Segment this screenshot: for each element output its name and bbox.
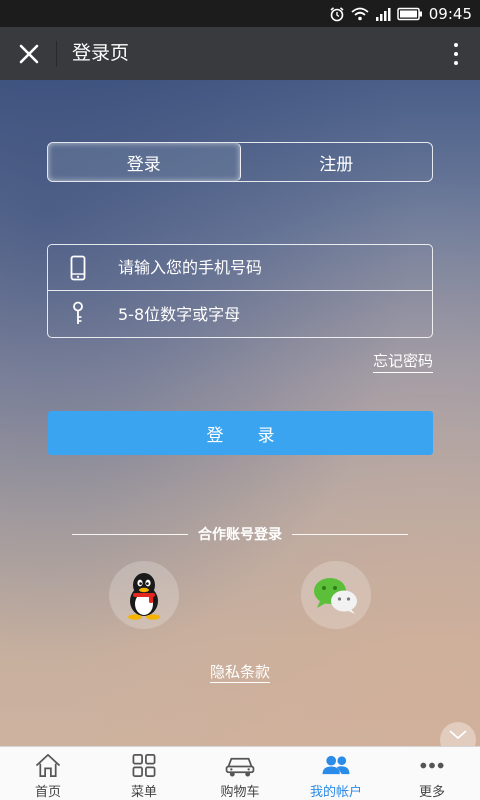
login-panel: 登录 注册 忘记 [0, 80, 480, 746]
qq-icon [128, 573, 160, 620]
privacy-link[interactable]: 隐私条款 [209, 663, 270, 683]
nav-label-cart: 购物车 [220, 785, 260, 800]
forgot-password-link[interactable]: 忘记密码 [372, 350, 433, 373]
status-icons: 09:45 [329, 0, 472, 27]
divider-left [72, 534, 188, 535]
status-time: 09:45 [428, 4, 472, 23]
password-field-row [48, 291, 432, 337]
signal-icon [375, 7, 391, 21]
grid-icon [132, 754, 156, 777]
phone-input[interactable] [108, 245, 432, 290]
nav-label-menu: 菜单 [130, 785, 157, 800]
phone-icon [48, 255, 108, 281]
key-icon [48, 301, 108, 327]
title-divider [56, 41, 57, 67]
nav-label-more: 更多 [418, 785, 445, 800]
nav-item-home[interactable]: 首页 [0, 747, 96, 800]
close-button[interactable] [10, 35, 48, 73]
auth-tabs: 登录 注册 [47, 142, 433, 182]
chevron-down-icon [449, 730, 467, 740]
nav-label-account: 我的帐户 [309, 785, 362, 800]
phone-field-row [48, 245, 432, 291]
bottom-nav: 首页 菜单 购物车 我的帐户 更多 [0, 746, 480, 800]
login-form [47, 244, 433, 338]
close-icon [19, 44, 39, 64]
nav-label-home: 首页 [34, 785, 61, 800]
nav-item-cart[interactable]: 购物车 [192, 747, 288, 800]
password-input[interactable] [108, 291, 432, 337]
alarm-icon [330, 6, 344, 21]
more-dots-icon [420, 762, 444, 769]
nav-item-account[interactable]: 我的帐户 [288, 747, 384, 800]
wifi-icon [351, 7, 369, 20]
car-icon [225, 757, 255, 777]
more-menu-button[interactable] [444, 37, 468, 71]
tab-login[interactable]: 登录 [48, 143, 241, 181]
title-bar: 登录页 [0, 27, 480, 80]
page-title: 登录页 [72, 42, 130, 64]
home-icon [35, 753, 61, 777]
nav-item-more[interactable]: 更多 [384, 747, 480, 800]
users-icon [322, 755, 350, 775]
divider-right [292, 534, 408, 535]
more-vert-icon [454, 43, 458, 47]
collapse-button[interactable] [440, 722, 476, 746]
tab-register[interactable]: 注册 [241, 143, 433, 181]
partner-login-label: 合作账号登录 [198, 527, 282, 543]
login-submit-button[interactable]: 登录 [48, 411, 433, 455]
battery-icon [397, 7, 422, 20]
wechat-login-button[interactable] [301, 561, 371, 629]
status-bar: 09:45 [0, 0, 480, 27]
wechat-icon [314, 578, 357, 614]
privacy-row: 隐私条款 [0, 661, 480, 683]
qq-login-button[interactable] [109, 561, 179, 629]
nav-item-menu[interactable]: 菜单 [96, 747, 192, 800]
